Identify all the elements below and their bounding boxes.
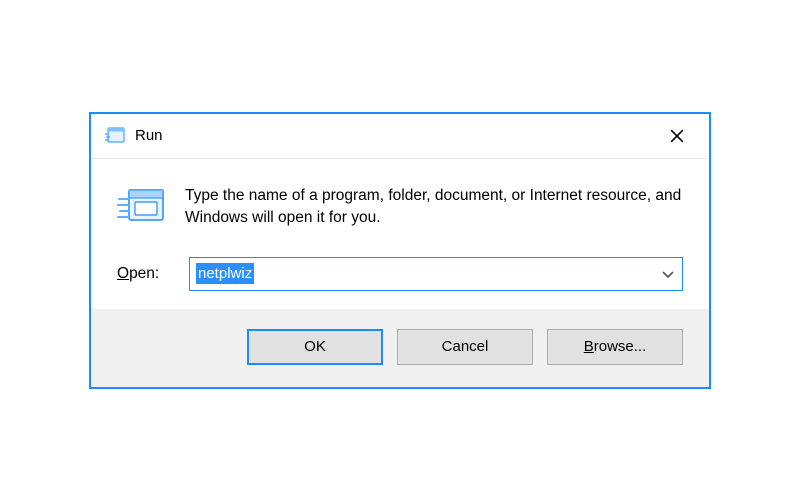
title-text: Run <box>135 127 655 144</box>
run-icon <box>105 127 125 145</box>
close-button[interactable] <box>655 121 699 151</box>
open-label: Open: <box>117 265 173 283</box>
client-area: Type the name of a program, folder, docu… <box>91 158 709 309</box>
browse-button[interactable]: Browse... <box>547 329 683 365</box>
open-row: Open: netplwiz <box>117 257 683 291</box>
open-combobox[interactable]: netplwiz <box>189 257 683 291</box>
run-large-icon <box>117 185 167 231</box>
ok-button[interactable]: OK <box>247 329 383 365</box>
button-row: OK Cancel Browse... <box>91 309 709 387</box>
description-text: Type the name of a program, folder, docu… <box>185 183 683 231</box>
cancel-button[interactable]: Cancel <box>397 329 533 365</box>
close-icon <box>670 129 684 143</box>
titlebar: Run <box>91 114 709 158</box>
open-input-value: netplwiz <box>196 263 254 285</box>
chevron-down-icon <box>662 265 674 282</box>
run-dialog: Run Type the name of a program, folder, … <box>89 112 711 389</box>
description-row: Type the name of a program, folder, docu… <box>117 183 683 231</box>
